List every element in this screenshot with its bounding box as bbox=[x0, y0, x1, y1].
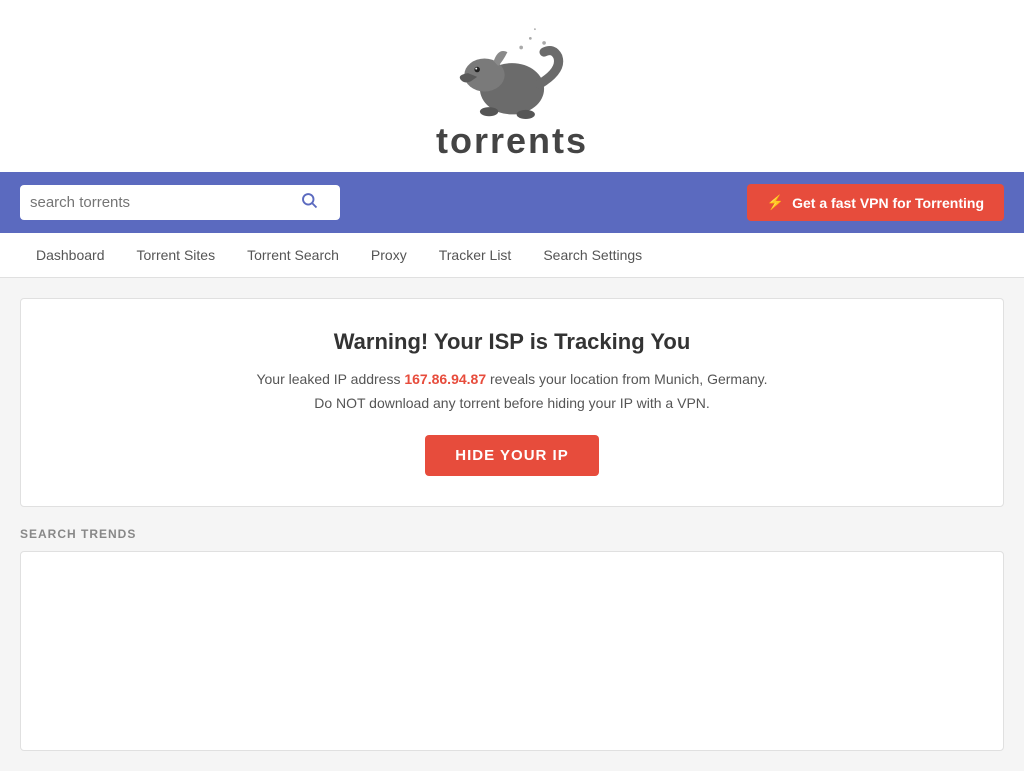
nav-item-dashboard[interactable]: Dashboard bbox=[20, 233, 121, 277]
section-title-trends: SEARCH TRENDS bbox=[20, 527, 1004, 541]
nav-item-torrent-sites[interactable]: Torrent Sites bbox=[121, 233, 232, 277]
header: torrents bbox=[0, 0, 1024, 172]
logo-container: torrents bbox=[436, 20, 588, 162]
ip-address: 167.86.94.87 bbox=[404, 371, 486, 387]
trends-box bbox=[20, 551, 1004, 751]
vpn-button-label: Get a fast VPN for Torrenting bbox=[792, 195, 984, 211]
search-button[interactable] bbox=[300, 191, 318, 214]
hide-ip-button[interactable]: HIDE YOUR IP bbox=[425, 435, 598, 476]
search-bar: ⚡ Get a fast VPN for Torrenting bbox=[0, 172, 1024, 233]
vpn-button[interactable]: ⚡ Get a fast VPN for Torrenting bbox=[747, 184, 1004, 221]
warning-prefix: Your leaked IP address bbox=[256, 371, 404, 387]
nav-item-proxy[interactable]: Proxy bbox=[355, 233, 423, 277]
warning-text-2: Do NOT download any torrent before hidin… bbox=[61, 395, 963, 411]
nav-item-torrent-search[interactable]: Torrent Search bbox=[231, 233, 355, 277]
warning-suffix: reveals your location from Munich, Germa… bbox=[486, 371, 767, 387]
anteater-logo bbox=[457, 20, 567, 130]
warning-box: Warning! Your ISP is Tracking You Your l… bbox=[20, 298, 1004, 507]
warning-title: Warning! Your ISP is Tracking You bbox=[61, 329, 963, 355]
vpn-icon: ⚡ bbox=[767, 194, 784, 211]
warning-text-1: Your leaked IP address 167.86.94.87 reve… bbox=[61, 371, 963, 387]
search-input-wrapper bbox=[20, 185, 340, 220]
nav-item-tracker-list[interactable]: Tracker List bbox=[423, 233, 528, 277]
nav-item-search-settings[interactable]: Search Settings bbox=[527, 233, 658, 277]
main-content: Warning! Your ISP is Tracking You Your l… bbox=[0, 278, 1024, 771]
logo-title: torrents bbox=[436, 120, 588, 162]
search-input[interactable] bbox=[30, 194, 300, 211]
search-trends-section: SEARCH TRENDS bbox=[20, 527, 1004, 751]
nav: Dashboard Torrent Sites Torrent Search P… bbox=[0, 233, 1024, 278]
